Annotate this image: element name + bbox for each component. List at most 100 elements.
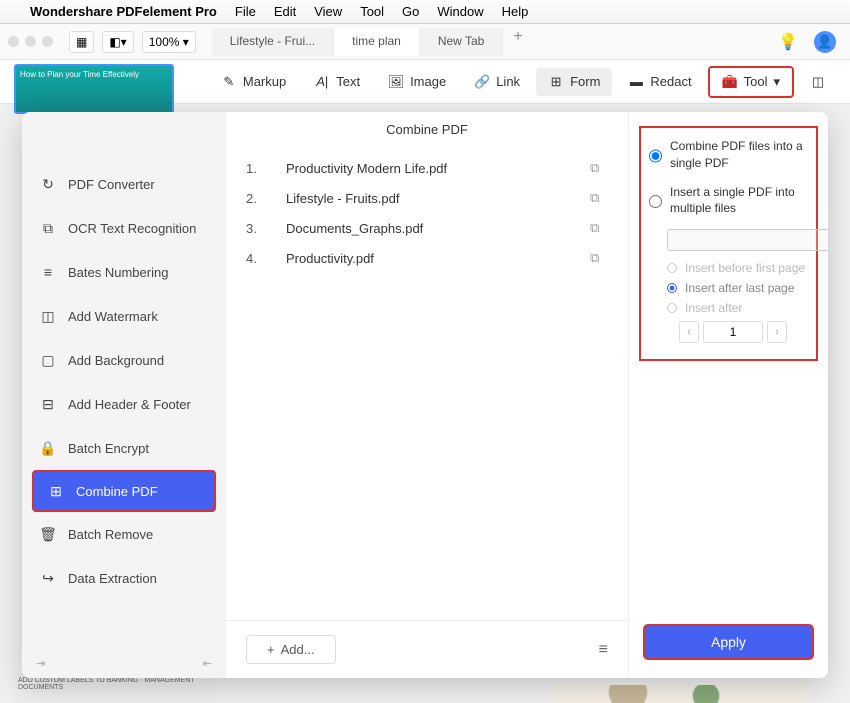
- tool-tool[interactable]: 🧰Tool▾: [708, 66, 794, 98]
- sidebar-toggle-icon[interactable]: ◧▾: [102, 31, 133, 53]
- thumbnails-icon[interactable]: ▦: [69, 31, 94, 53]
- sidebar-item-label: OCR Text Recognition: [68, 221, 196, 236]
- sidebar-collapse-right-icon[interactable]: ⇤: [203, 657, 212, 670]
- convert-icon: ↻: [40, 176, 56, 192]
- file-name: Documents_Graphs.pdf: [286, 221, 590, 236]
- file-index: 3.: [246, 221, 286, 236]
- user-avatar[interactable]: 👤: [814, 31, 836, 53]
- tool-link[interactable]: 🔗Link: [462, 68, 532, 96]
- step-down-button[interactable]: ‹: [679, 321, 699, 343]
- new-tab-button[interactable]: +: [503, 28, 532, 56]
- radio-label: Combine PDF files into a single PDF: [670, 138, 808, 172]
- file-index: 4.: [246, 251, 286, 266]
- sidebar-item-pdf-converter[interactable]: ↻ PDF Converter: [22, 162, 226, 206]
- tool-image[interactable]: 🖼Image: [376, 68, 458, 96]
- trash-icon: 🗑: [40, 526, 56, 542]
- tips-icon[interactable]: 💡: [778, 32, 798, 52]
- watermark-icon: ◫: [40, 308, 56, 324]
- text-icon: A|: [314, 74, 330, 90]
- background-icon: ▢: [40, 352, 56, 368]
- sidebar-item-batch-remove[interactable]: 🗑Batch Remove: [22, 512, 226, 556]
- sidebar-item-label: Batch Encrypt: [68, 441, 149, 456]
- menu-help[interactable]: Help: [502, 4, 529, 19]
- add-button[interactable]: +Add...: [246, 635, 336, 664]
- tool-text[interactable]: A|Text: [302, 68, 372, 96]
- sidebar-item-ocr[interactable]: ⧉ OCR Text Recognition: [22, 206, 226, 250]
- menu-edit[interactable]: Edit: [274, 4, 296, 19]
- bates-icon: ≡: [40, 264, 56, 280]
- file-row[interactable]: 1.Productivity Modern Life.pdf⧉: [246, 153, 608, 183]
- lock-icon: 🔒: [40, 440, 56, 456]
- sidebar-item-label: Bates Numbering: [68, 265, 168, 280]
- sidebar-item-combine[interactable]: ⊞Combine PDF: [32, 470, 216, 512]
- sidebar-item-background[interactable]: ▢ Add Background: [22, 338, 226, 382]
- window-traffic-lights[interactable]: [8, 36, 53, 47]
- sidebar-item-encrypt[interactable]: 🔒 Batch Encrypt: [22, 426, 226, 470]
- sidebar-item-data-extraction[interactable]: ↪ Data Extraction: [22, 556, 226, 600]
- radio-insert[interactable]: Insert a single PDF into multiple files: [649, 184, 808, 218]
- tool-markup[interactable]: ✎Markup: [209, 68, 298, 96]
- combine-pdf-modal: ↻ PDF Converter ⧉ OCR Text Recognition ≡ Ba…: [22, 112, 828, 678]
- file-options-icon[interactable]: ⧉: [590, 220, 608, 236]
- file-row[interactable]: 3.Documents_Graphs.pdf⧉: [246, 213, 608, 243]
- file-index: 2.: [246, 191, 286, 206]
- tool-form[interactable]: ⊞Form: [536, 68, 612, 96]
- modal-main: Combine PDF 1.Productivity Modern Life.p…: [226, 112, 628, 678]
- sidebar-item-label: Add Background: [68, 353, 164, 368]
- link-icon: 🔗: [474, 74, 490, 90]
- file-name: Lifestyle - Fruits.pdf: [286, 191, 590, 206]
- file-list: 1.Productivity Modern Life.pdf⧉ 2.Lifest…: [226, 153, 628, 273]
- list-options-icon[interactable]: ≡: [599, 641, 608, 659]
- radio-icon: [667, 263, 677, 273]
- menu-file[interactable]: File: [235, 4, 256, 19]
- ocr-icon: ⧉: [40, 220, 56, 236]
- sidebar-collapse-left-icon[interactable]: ⇥: [36, 657, 45, 670]
- file-row[interactable]: 4.Productivity.pdf⧉: [246, 243, 608, 273]
- sub-radio-label: Insert after last page: [685, 281, 794, 295]
- radio-combine-input[interactable]: [649, 140, 662, 172]
- radio-insert-input[interactable]: [649, 186, 662, 218]
- sidebar-item-header-footer[interactable]: ⊟ Add Header & Footer: [22, 382, 226, 426]
- tool-pages[interactable]: ◫: [798, 68, 838, 96]
- sub-radio-before: Insert before first page: [667, 261, 808, 275]
- extract-icon: ↪: [40, 570, 56, 586]
- sidebar-item-label: Add Watermark: [68, 309, 158, 324]
- apply-button[interactable]: Apply: [643, 624, 814, 660]
- sub-radio-after-page: Insert after: [667, 301, 808, 315]
- header-footer-icon: ⊟: [40, 396, 56, 412]
- page-number-input[interactable]: [703, 321, 763, 343]
- tab-new[interactable]: New Tab: [420, 28, 503, 56]
- step-up-button[interactable]: ›: [767, 321, 787, 343]
- menu-window[interactable]: Window: [437, 4, 483, 19]
- file-row[interactable]: 2.Lifestyle - Fruits.pdf⧉: [246, 183, 608, 213]
- tool-redact[interactable]: ▬Redact: [616, 68, 703, 96]
- sidebar-item-label: Add Header & Footer: [68, 397, 191, 412]
- radio-icon: [667, 283, 677, 293]
- file-options-icon[interactable]: ⧉: [590, 190, 608, 206]
- menu-bar: Wondershare PDFelement Pro File Edit Vie…: [0, 0, 850, 24]
- form-icon: ⊞: [548, 74, 564, 90]
- file-index: 1.: [246, 161, 286, 176]
- menu-tool[interactable]: Tool: [360, 4, 384, 19]
- tab-timeplan[interactable]: time plan: [334, 28, 420, 56]
- sidebar-item-label: PDF Converter: [68, 177, 155, 192]
- app-name[interactable]: Wondershare PDFelement Pro: [30, 4, 217, 19]
- sub-radio-label: Insert after: [685, 301, 742, 315]
- redact-icon: ▬: [628, 74, 644, 90]
- menu-go[interactable]: Go: [402, 4, 419, 19]
- tab-lifestyle[interactable]: Lifestyle - Frui...: [212, 28, 334, 56]
- sidebar-item-label: Data Extraction: [68, 571, 157, 586]
- file-name: Productivity Modern Life.pdf: [286, 161, 590, 176]
- radio-icon: [667, 303, 677, 313]
- add-button-label: Add...: [281, 642, 315, 657]
- file-options-icon[interactable]: ⧉: [590, 250, 608, 266]
- file-options-icon[interactable]: ⧉: [590, 160, 608, 176]
- radio-combine[interactable]: Combine PDF files into a single PDF: [649, 138, 808, 172]
- sidebar-item-watermark[interactable]: ◫ Add Watermark: [22, 294, 226, 338]
- modal-sidebar: ↻ PDF Converter ⧉ OCR Text Recognition ≡ Ba…: [22, 112, 226, 678]
- zoom-select[interactable]: 100% ▾: [142, 31, 196, 53]
- target-file-input[interactable]: [667, 229, 828, 251]
- radio-label: Insert a single PDF into multiple files: [670, 184, 808, 218]
- sidebar-item-bates[interactable]: ≡ Bates Numbering: [22, 250, 226, 294]
- menu-view[interactable]: View: [314, 4, 342, 19]
